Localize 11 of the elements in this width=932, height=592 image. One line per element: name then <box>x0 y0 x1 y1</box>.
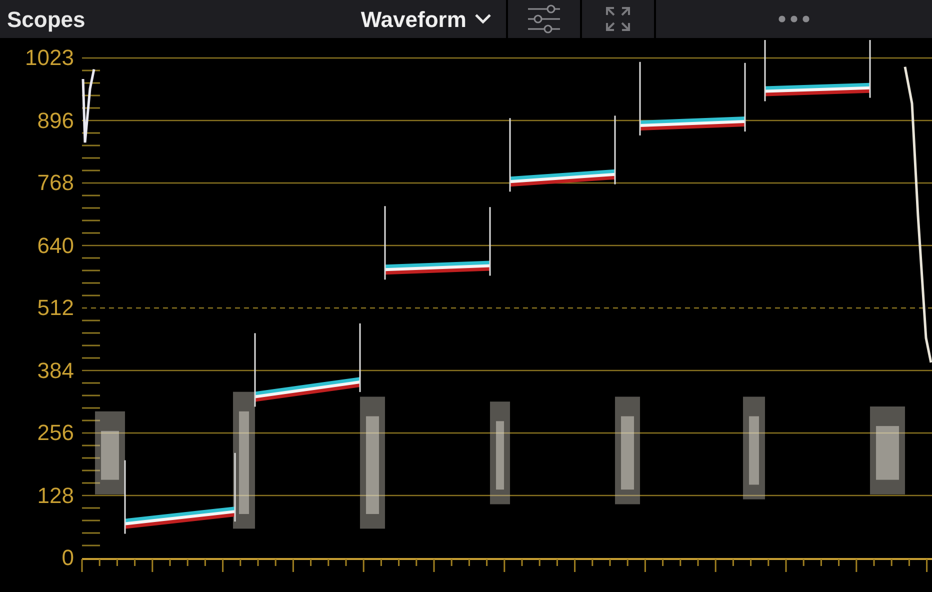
axis-label: 640 <box>37 232 74 260</box>
axis-label: 0 <box>62 544 74 572</box>
axis-label: 384 <box>37 356 74 384</box>
axis-label: 1023 <box>25 44 74 72</box>
panel-title: Scopes <box>6 6 86 34</box>
scope-type-dropdown[interactable]: Waveform <box>360 0 506 38</box>
axis-label: 256 <box>37 419 74 447</box>
axis-label: 128 <box>37 482 74 510</box>
axis-label: 512 <box>37 294 74 322</box>
axis-label: 768 <box>37 169 74 197</box>
axis-label: 896 <box>37 106 74 134</box>
